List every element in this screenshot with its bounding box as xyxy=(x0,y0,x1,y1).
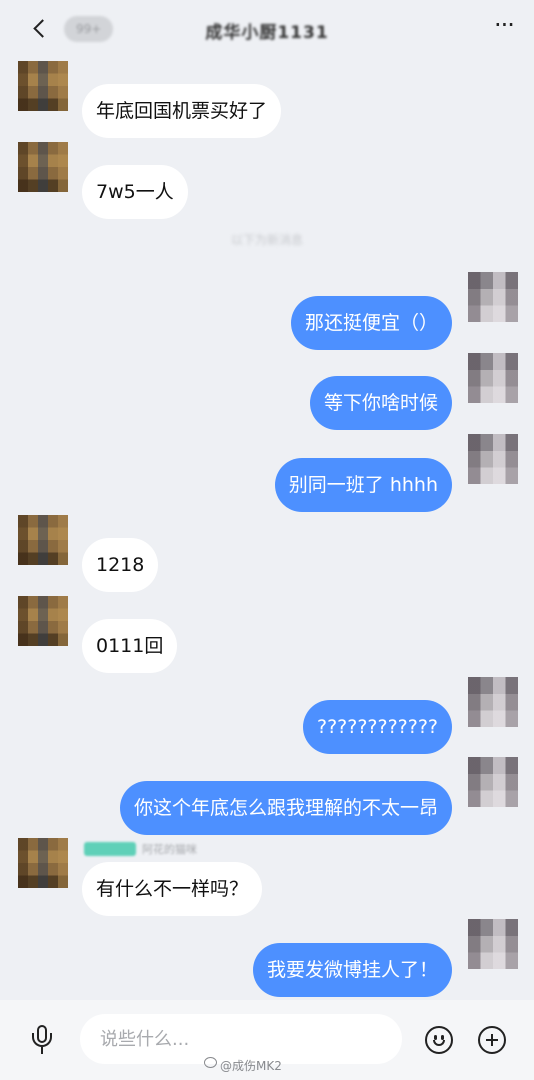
chat-title: 成华小厨1131 xyxy=(205,23,329,43)
outgoing-message[interactable]: ???????????? xyxy=(302,700,452,754)
my-avatar[interactable] xyxy=(468,677,518,727)
faint-system-hint: 以下为新消息 xyxy=(230,233,303,247)
contact-avatar[interactable] xyxy=(18,61,68,111)
member-role-tag xyxy=(84,842,136,856)
my-avatar[interactable] xyxy=(468,353,518,403)
contact-avatar[interactable] xyxy=(18,838,68,888)
outgoing-message[interactable]: 我要发微博挂人了！ xyxy=(252,943,452,997)
incoming-message[interactable]: 年底回国机票买好了 xyxy=(82,84,282,138)
incoming-message[interactable]: 1218 xyxy=(82,538,159,592)
more-options-icon[interactable]: ··· xyxy=(490,13,518,42)
plus-circle-icon[interactable] xyxy=(478,1026,506,1054)
my-avatar[interactable] xyxy=(468,919,518,969)
my-avatar[interactable] xyxy=(468,757,518,807)
incoming-message[interactable]: 有什么不一样吗？ xyxy=(82,862,263,916)
chat-header: 99+ 成华小厨1131 ··· xyxy=(0,0,534,60)
outgoing-message[interactable]: 那还挺便宜（） xyxy=(290,296,452,350)
contact-avatar[interactable] xyxy=(18,515,68,565)
incoming-message[interactable]: 7w5一人 xyxy=(82,165,188,219)
watermark-text: @成伤MK2 xyxy=(220,1059,282,1073)
outgoing-message[interactable]: 你这个年底怎么跟我理解的不太一昂 xyxy=(119,781,452,835)
sender-name: 阿花的猫咪 xyxy=(142,843,197,856)
my-avatar[interactable] xyxy=(468,434,518,484)
my-avatar[interactable] xyxy=(468,272,518,322)
microphone-icon[interactable] xyxy=(28,1022,56,1058)
outgoing-message[interactable]: 等下你啥时候 xyxy=(309,376,452,430)
outgoing-message[interactable]: 别同一班了 hhhh xyxy=(274,458,452,512)
contact-avatar[interactable] xyxy=(18,142,68,192)
emoji-icon[interactable] xyxy=(425,1026,453,1054)
contact-avatar[interactable] xyxy=(18,596,68,646)
incoming-message[interactable]: 0111回 xyxy=(82,619,178,673)
weibo-logo-icon xyxy=(204,1057,217,1068)
